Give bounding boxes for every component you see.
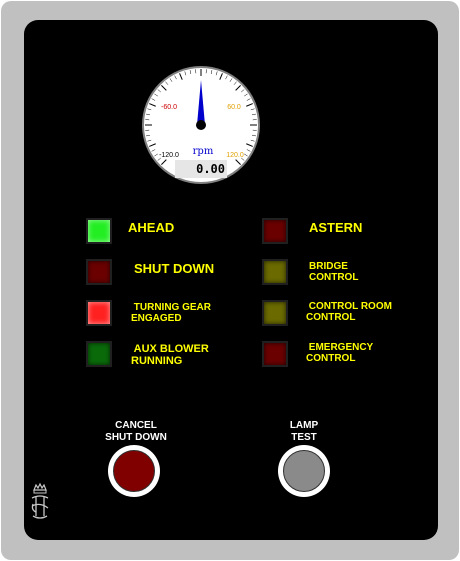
shut-down-lamp	[86, 259, 112, 285]
control-room-label: CONTROL ROOM CONTROL	[306, 301, 392, 323]
lamp-test-button-cap[interactable]	[283, 450, 325, 492]
crest-icon	[31, 482, 49, 519]
cancel-shut-down-button[interactable]	[108, 445, 160, 497]
shut-down-label: SHUT DOWN	[134, 261, 215, 276]
aux-blower-lamp	[86, 341, 112, 367]
control-room-lamp	[262, 300, 288, 326]
ahead-lamp	[86, 218, 112, 244]
aux-blower-label: AUX BLOWER RUNNING	[131, 343, 209, 368]
astern-lamp	[262, 218, 288, 244]
rpm-readout: 0.00	[175, 160, 227, 178]
lamp-test-label: LAMP TEST	[289, 420, 319, 443]
turning-gear-lamp	[86, 300, 112, 326]
emergency-lamp	[262, 341, 288, 367]
cancel-shut-down-label: CANCEL SHUT DOWN	[105, 420, 167, 443]
tick-label-neg120: -120.0	[159, 152, 179, 159]
gauge-hub	[196, 120, 206, 130]
turning-gear-label: TURNING GEAR ENGAGED	[131, 302, 211, 324]
astern-label: ASTERN	[309, 220, 363, 235]
emergency-label: EMERGENCY CONTROL	[306, 342, 374, 364]
cancel-shut-down-button-cap[interactable]	[113, 450, 155, 492]
tick-label-pos120: 120.0	[226, 152, 244, 159]
bridge-control-lamp	[262, 259, 288, 285]
gauge-unit-label: rpm	[193, 146, 214, 157]
tick-label-pos60: 60.0	[227, 104, 241, 111]
lamp-test-button[interactable]	[278, 445, 330, 497]
bridge-control-label: BRIDGE CONTROL	[309, 261, 359, 283]
tick-label-neg60: -60.0	[161, 104, 177, 111]
ahead-label: AHEAD	[128, 220, 175, 235]
